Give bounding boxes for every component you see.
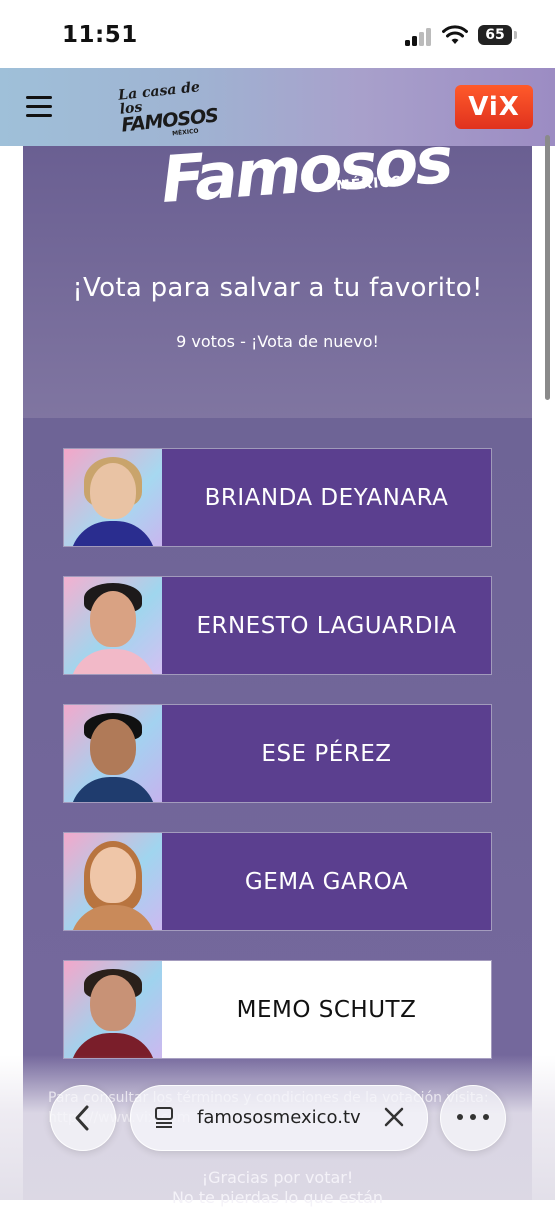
back-button[interactable] bbox=[50, 1085, 116, 1151]
close-icon[interactable] bbox=[383, 1106, 405, 1128]
wifi-icon bbox=[442, 25, 468, 44]
thanks-message: ¡Gracias por votar! No te pierdas lo que… bbox=[0, 1168, 555, 1208]
cellular-signal-icon bbox=[405, 28, 433, 46]
contestant-card[interactable]: MEMO SCHUTZ bbox=[63, 960, 492, 1059]
status-time: 11:51 bbox=[62, 22, 138, 48]
vote-title: ¡Vota para salvar a tu favorito! bbox=[72, 273, 483, 303]
contestant-name: MEMO SCHUTZ bbox=[162, 961, 491, 1058]
tab-overview-icon bbox=[155, 1107, 173, 1128]
contestant-name: GEMA GAROA bbox=[162, 833, 491, 930]
contestant-name: ESE PÉREZ bbox=[162, 705, 491, 802]
contestant-card[interactable]: ERNESTO LAGUARDIA bbox=[63, 576, 492, 675]
url-text: famososmexico.tv bbox=[197, 1107, 361, 1128]
contestant-photo bbox=[64, 705, 162, 802]
contestant-card[interactable]: BRIANDA DEYANARA bbox=[63, 448, 492, 547]
battery-icon bbox=[514, 31, 517, 39]
chevron-left-icon bbox=[75, 1105, 89, 1131]
contestant-name: BRIANDA DEYANARA bbox=[162, 449, 491, 546]
contestant-card[interactable]: ESE PÉREZ bbox=[63, 704, 492, 803]
menu-icon[interactable] bbox=[26, 96, 52, 118]
thanks-line-1: ¡Gracias por votar! bbox=[201, 1168, 354, 1187]
contestant-photo bbox=[64, 833, 162, 930]
contestant-photo bbox=[64, 961, 162, 1058]
vote-panel: Famosos MÉXICO ¡Vota para salvar a tu fa… bbox=[23, 124, 532, 1200]
contestant-photo bbox=[64, 577, 162, 674]
vix-button[interactable]: ViX bbox=[455, 85, 533, 129]
site-header: La casa de los FAMOSOS MÉXICO ViX bbox=[0, 68, 555, 146]
thanks-line-2: No te pierdas lo que están bbox=[171, 1188, 384, 1207]
page-scrollbar[interactable] bbox=[545, 135, 550, 400]
more-icon bbox=[457, 1114, 489, 1122]
more-options-button[interactable] bbox=[440, 1085, 506, 1151]
vote-count: 9 votos - ¡Vota de nuevo! bbox=[176, 332, 379, 351]
site-logo[interactable]: La casa de los FAMOSOS MÉXICO bbox=[118, 79, 219, 138]
battery-level: 65 bbox=[478, 25, 512, 45]
contestant-card[interactable]: GEMA GAROA bbox=[63, 832, 492, 931]
status-bar: 11:51 65 bbox=[0, 0, 555, 68]
contestant-photo bbox=[64, 449, 162, 546]
contestant-name: ERNESTO LAGUARDIA bbox=[162, 577, 491, 674]
address-bar[interactable]: famososmexico.tv bbox=[130, 1085, 428, 1151]
